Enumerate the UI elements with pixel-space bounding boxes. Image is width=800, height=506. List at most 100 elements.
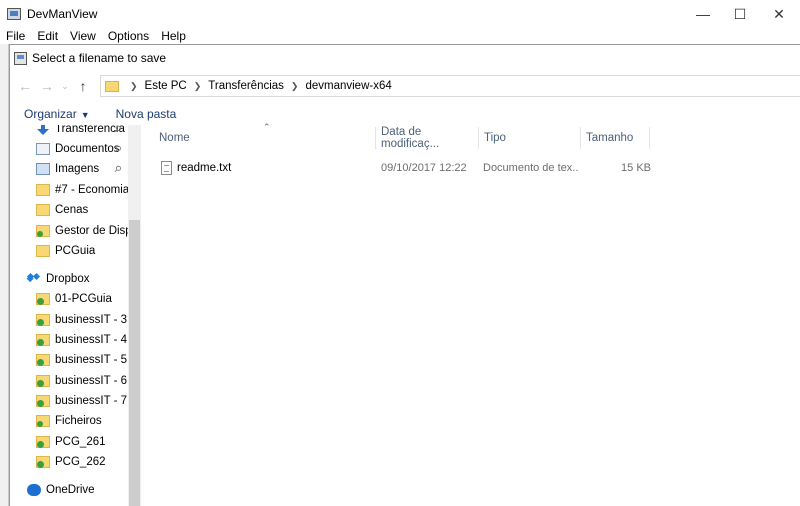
caret-down-icon: ▼ — [80, 110, 90, 120]
forward-arrow-icon[interactable]: → — [36, 75, 58, 97]
menu-bar: File Edit View Options Help — [0, 28, 800, 44]
shared-folder-icon — [36, 375, 50, 387]
chevron-right-icon[interactable]: ❯ — [291, 81, 299, 92]
menu-edit[interactable]: Edit — [37, 29, 58, 43]
nav-item-label: Ficheiros — [55, 415, 102, 427]
nav-item-dropbox-folder[interactable]: businessIT - 5 — [10, 350, 128, 370]
folder-sync-icon — [36, 225, 50, 237]
shared-folder-icon — [36, 456, 50, 468]
file-date: 09/10/2017 12:22 — [381, 162, 467, 174]
nav-item-label: PCG_262 — [55, 456, 106, 468]
dialog-title: Select a filename to save — [32, 51, 167, 65]
column-header-type[interactable]: Tipo — [479, 127, 579, 149]
nav-item-pcguia[interactable]: PCGuia — [10, 241, 128, 261]
save-dialog: Select a filename to save ← → ⌄ ↑ ❯ Este… — [9, 44, 800, 506]
nav-item-dropbox-folder[interactable]: 01-PCGuia — [10, 289, 128, 309]
new-folder-button[interactable]: Nova pasta — [116, 107, 177, 121]
menu-file[interactable]: File — [6, 29, 25, 43]
nav-item-dropbox-folder[interactable]: businessIT - 7 — [10, 391, 128, 411]
breadcrumb-transferencias[interactable]: Transferências — [208, 80, 284, 92]
nav-item-label: businessIT - 4 — [55, 334, 128, 346]
pictures-icon — [36, 163, 50, 175]
shared-folder-icon — [36, 436, 50, 448]
nav-item-label: businessIT - 6 — [55, 375, 128, 387]
dialog-icon — [14, 51, 27, 65]
dialog-title-bar: Select a filename to save — [14, 49, 166, 67]
title-bar: DevManView — ☐ ✕ — [0, 0, 800, 28]
breadcrumb-este-pc[interactable]: Este PC — [145, 80, 187, 92]
column-divider[interactable] — [649, 127, 650, 149]
column-header-size[interactable]: Tamanho — [581, 127, 649, 149]
file-list: ⌃ Nome Data de modificaç... Tipo Tamanho… — [141, 122, 800, 506]
nav-item-label: Imagens — [55, 163, 100, 175]
nav-item-label: businessIT - 7 — [55, 395, 128, 407]
file-name: readme.txt — [177, 162, 232, 174]
nav-item-dropbox-folder[interactable]: PCG_262 — [10, 452, 128, 472]
nav-item-label: PCG_261 — [55, 436, 106, 448]
nav-item-label: businessIT - 3 — [55, 314, 128, 326]
nav-item-label: Dropbox — [46, 273, 90, 285]
folder-icon — [36, 245, 50, 257]
nav-item-documentos[interactable]: Documentos ⚲ — [10, 139, 128, 159]
text-file-icon — [161, 161, 172, 175]
shared-folder-icon — [36, 354, 50, 366]
app-icon — [7, 8, 21, 20]
nav-item-dropbox-folder[interactable]: businessIT - 3 — [10, 310, 128, 330]
download-icon — [36, 125, 50, 135]
up-arrow-icon[interactable]: ↑ — [72, 75, 94, 97]
nav-item-economia[interactable]: #7 - Economia d — [10, 180, 128, 200]
nav-item-label: businessIT - 5 — [55, 354, 128, 366]
background-window-strip — [0, 44, 9, 506]
close-button[interactable]: ✕ — [756, 0, 800, 28]
shared-folder-icon — [36, 314, 50, 326]
file-type: Documento de tex... — [483, 162, 579, 174]
menu-view[interactable]: View — [70, 29, 96, 43]
folder-icon — [36, 204, 50, 216]
documents-icon — [36, 143, 50, 155]
nav-item-label: PCGuia — [55, 245, 96, 257]
shared-folder-icon — [36, 334, 50, 346]
menu-help[interactable]: Help — [161, 29, 186, 43]
nav-item-onedrive[interactable]: OneDrive — [10, 480, 128, 500]
nav-item-dropbox-folder[interactable]: businessIT - 4 — [10, 330, 128, 350]
chevron-right-icon[interactable]: ❯ — [130, 81, 138, 92]
shared-folder-icon — [36, 293, 50, 305]
file-size: 15 KB — [621, 162, 651, 174]
file-name-cell: readme.txt — [161, 158, 371, 178]
navigation-pane: Transferência ⚲ Documentos ⚲ Imagens ⚲ #… — [10, 125, 128, 506]
nav-item-transferencias[interactable]: Transferência ⚲ — [10, 125, 128, 139]
navigation-scrollbar[interactable] — [128, 125, 141, 506]
nav-item-dropbox-folder[interactable]: businessIT - 6 — [10, 371, 128, 391]
nav-item-dropbox-folder[interactable]: PCG_261 — [10, 432, 128, 452]
navigation-row: ← → ⌄ ↑ ❯ Este PC ❯ Transferências ❯ dev… — [10, 73, 800, 99]
folder-icon — [105, 80, 119, 92]
column-header-date[interactable]: Data de modificaç... — [376, 126, 477, 150]
pin-icon[interactable]: ⚲ — [111, 163, 124, 175]
nav-item-dropbox[interactable]: Dropbox — [10, 269, 128, 289]
column-header-name[interactable]: Nome — [154, 127, 374, 149]
nav-item-label: Gestor de Dispos — [55, 225, 128, 237]
table-row[interactable]: readme.txt 09/10/2017 12:22 Documento de… — [141, 158, 800, 178]
breadcrumb-devmanview[interactable]: devmanview-x64 — [305, 80, 391, 92]
address-bar[interactable]: ❯ Este PC ❯ Transferências ❯ devmanview-… — [100, 75, 800, 97]
cloud-icon — [27, 484, 41, 496]
nav-item-imagens[interactable]: Imagens ⚲ — [10, 159, 128, 179]
recent-locations-chevron-icon[interactable]: ⌄ — [58, 75, 72, 97]
nav-item-label: #7 - Economia d — [55, 184, 128, 196]
folder-sync-icon — [36, 415, 50, 427]
nav-item-label: Cenas — [55, 204, 89, 216]
chevron-right-icon[interactable]: ❯ — [194, 81, 202, 92]
organize-button[interactable]: Organizar ▼ — [24, 107, 90, 121]
dropbox-icon — [27, 273, 41, 285]
folder-icon — [36, 184, 50, 196]
menu-options[interactable]: Options — [108, 29, 149, 43]
back-arrow-icon[interactable]: ← — [14, 75, 36, 97]
organize-label: Organizar — [24, 107, 77, 121]
nav-item-label: OneDrive — [46, 484, 95, 496]
nav-item-cenas[interactable]: Cenas — [10, 200, 128, 220]
shared-folder-icon — [36, 395, 50, 407]
nav-item-gestor[interactable]: Gestor de Dispos — [10, 221, 128, 241]
nav-item-label: 01-PCGuia — [55, 293, 112, 305]
nav-item-dropbox-folder[interactable]: Ficheiros — [10, 411, 128, 431]
scrollbar-thumb[interactable] — [129, 220, 140, 506]
